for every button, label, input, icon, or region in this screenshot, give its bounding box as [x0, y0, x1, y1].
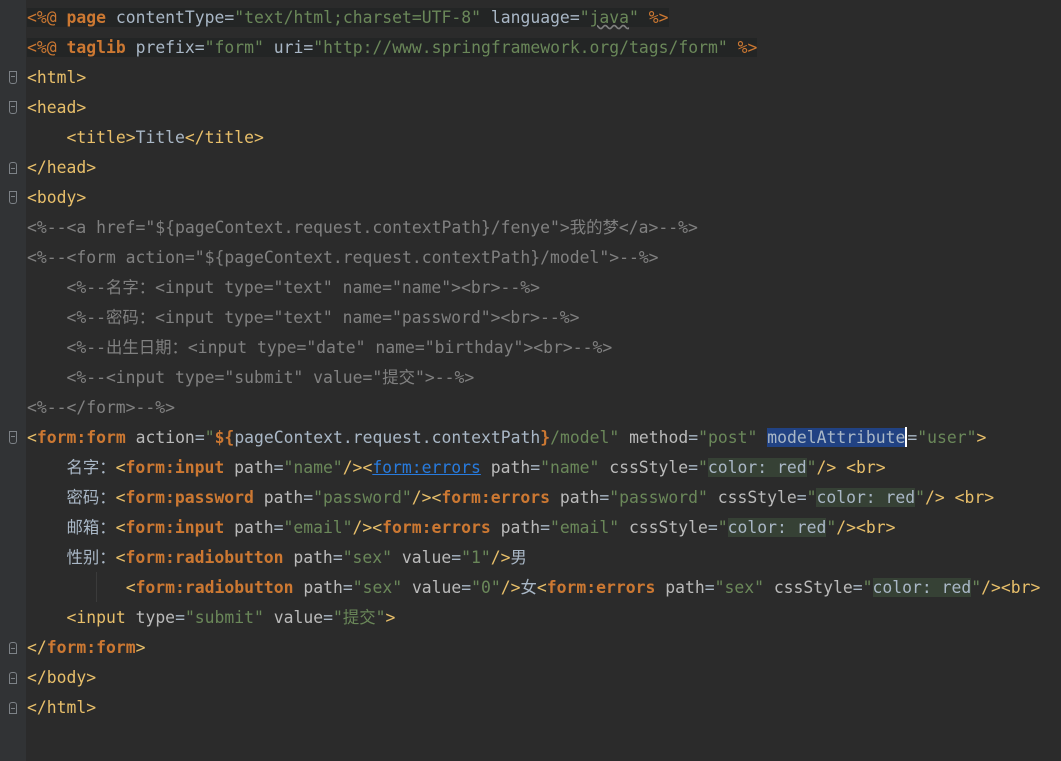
code-line-text: <%--</form>--%> — [27, 398, 176, 417]
code-line[interactable]: <%--</form>--%> — [0, 393, 1061, 423]
fold-marker-icon[interactable] — [9, 191, 17, 204]
code-line-text: <%--<a href="${pageContext.request.conte… — [27, 218, 698, 237]
code-line-text: <input type="submit" value="提交"> — [66, 608, 396, 627]
indent-guide — [96, 572, 97, 602]
code-line-text: <form:form action="${pageContext.request… — [27, 427, 987, 447]
fold-marker-icon[interactable] — [9, 702, 17, 714]
code-line-text: </head> — [27, 158, 97, 177]
code-line[interactable]: <%@ page contentType="text/html;charset=… — [0, 3, 1061, 33]
code-line-text: <%--密码：<input type="text" name="password… — [27, 308, 580, 327]
code-line-text: <form:radiobutton path="sex" value="0"/>… — [125, 578, 1041, 597]
code-line[interactable]: <form:radiobutton path="sex" value="0"/>… — [0, 573, 1061, 603]
code-line[interactable]: <form:form action="${pageContext.request… — [0, 423, 1061, 453]
code-line-text: </form:form> — [27, 638, 146, 657]
code-line-text: <head> — [27, 98, 87, 117]
fold-marker-icon[interactable] — [9, 642, 17, 654]
code-line[interactable]: <%--名字：<input type="text" name="name"><b… — [0, 273, 1061, 303]
fold-marker-icon[interactable] — [9, 71, 17, 84]
code-line[interactable]: 邮箱：<form:input path="email"/><form:error… — [0, 513, 1061, 543]
code-line-text: <%--<input type="submit" value="提交">--%> — [27, 368, 475, 387]
code-line[interactable]: </html> — [0, 693, 1061, 723]
code-line-text: 性别：<form:radiobutton path="sex" value="1… — [27, 548, 527, 567]
code-line[interactable]: </body> — [0, 663, 1061, 693]
code-line[interactable]: <input type="submit" value="提交"> — [0, 603, 1061, 633]
fold-marker-icon[interactable] — [9, 162, 17, 174]
code-line[interactable]: <%--<form action="${pageContext.request.… — [0, 243, 1061, 273]
fold-marker-icon[interactable] — [9, 672, 17, 684]
code-line-text: <%@ taglib prefix="form" uri="http://www… — [27, 38, 758, 57]
code-line[interactable]: <%--<input type="submit" value="提交">--%> — [0, 363, 1061, 393]
code-line-text: <%--名字：<input type="text" name="name"><b… — [27, 278, 540, 297]
code-line-text: <%--出生日期：<input type="date" name="birthd… — [27, 338, 613, 357]
code-line[interactable]: 性别：<form:radiobutton path="sex" value="1… — [0, 543, 1061, 573]
code-line-text: <title>Title</title> — [66, 128, 264, 147]
code-line-text: <%--<form action="${pageContext.request.… — [27, 248, 659, 267]
code-line[interactable]: <%--密码：<input type="text" name="password… — [0, 303, 1061, 333]
code-line[interactable]: <%@ taglib prefix="form" uri="http://www… — [0, 33, 1061, 63]
code-line[interactable]: </head> — [0, 153, 1061, 183]
fold-marker-icon[interactable] — [9, 431, 17, 444]
code-line[interactable]: </form:form> — [0, 633, 1061, 663]
code-line[interactable]: <%--出生日期：<input type="date" name="birthd… — [0, 333, 1061, 363]
code-line[interactable]: <head> — [0, 93, 1061, 123]
code-line-text: 邮箱：<form:input path="email"/><form:error… — [27, 518, 896, 537]
code-line[interactable]: <title>Title</title> — [0, 123, 1061, 153]
code-line-text: 名字：<form:input path="name"/><form:errors… — [27, 458, 886, 477]
code-line[interactable]: <body> — [0, 183, 1061, 213]
code-line-text: <body> — [27, 188, 87, 207]
code-line-text: </body> — [27, 668, 97, 687]
code-editor[interactable]: <%@ page contentType="text/html;charset=… — [0, 0, 1061, 761]
code-line[interactable]: 密码：<form:password path="password"/><form… — [0, 483, 1061, 513]
code-line-text: </html> — [27, 698, 97, 717]
code-line[interactable]: 名字：<form:input path="name"/><form:errors… — [0, 453, 1061, 483]
code-line-text: <html> — [27, 68, 87, 87]
fold-marker-icon[interactable] — [9, 101, 17, 114]
code-line[interactable]: <%--<a href="${pageContext.request.conte… — [0, 213, 1061, 243]
code-line-text: 密码：<form:password path="password"/><form… — [27, 488, 995, 507]
code-line-text: <%@ page contentType="text/html;charset=… — [27, 8, 669, 27]
code-line[interactable]: <html> — [0, 63, 1061, 93]
